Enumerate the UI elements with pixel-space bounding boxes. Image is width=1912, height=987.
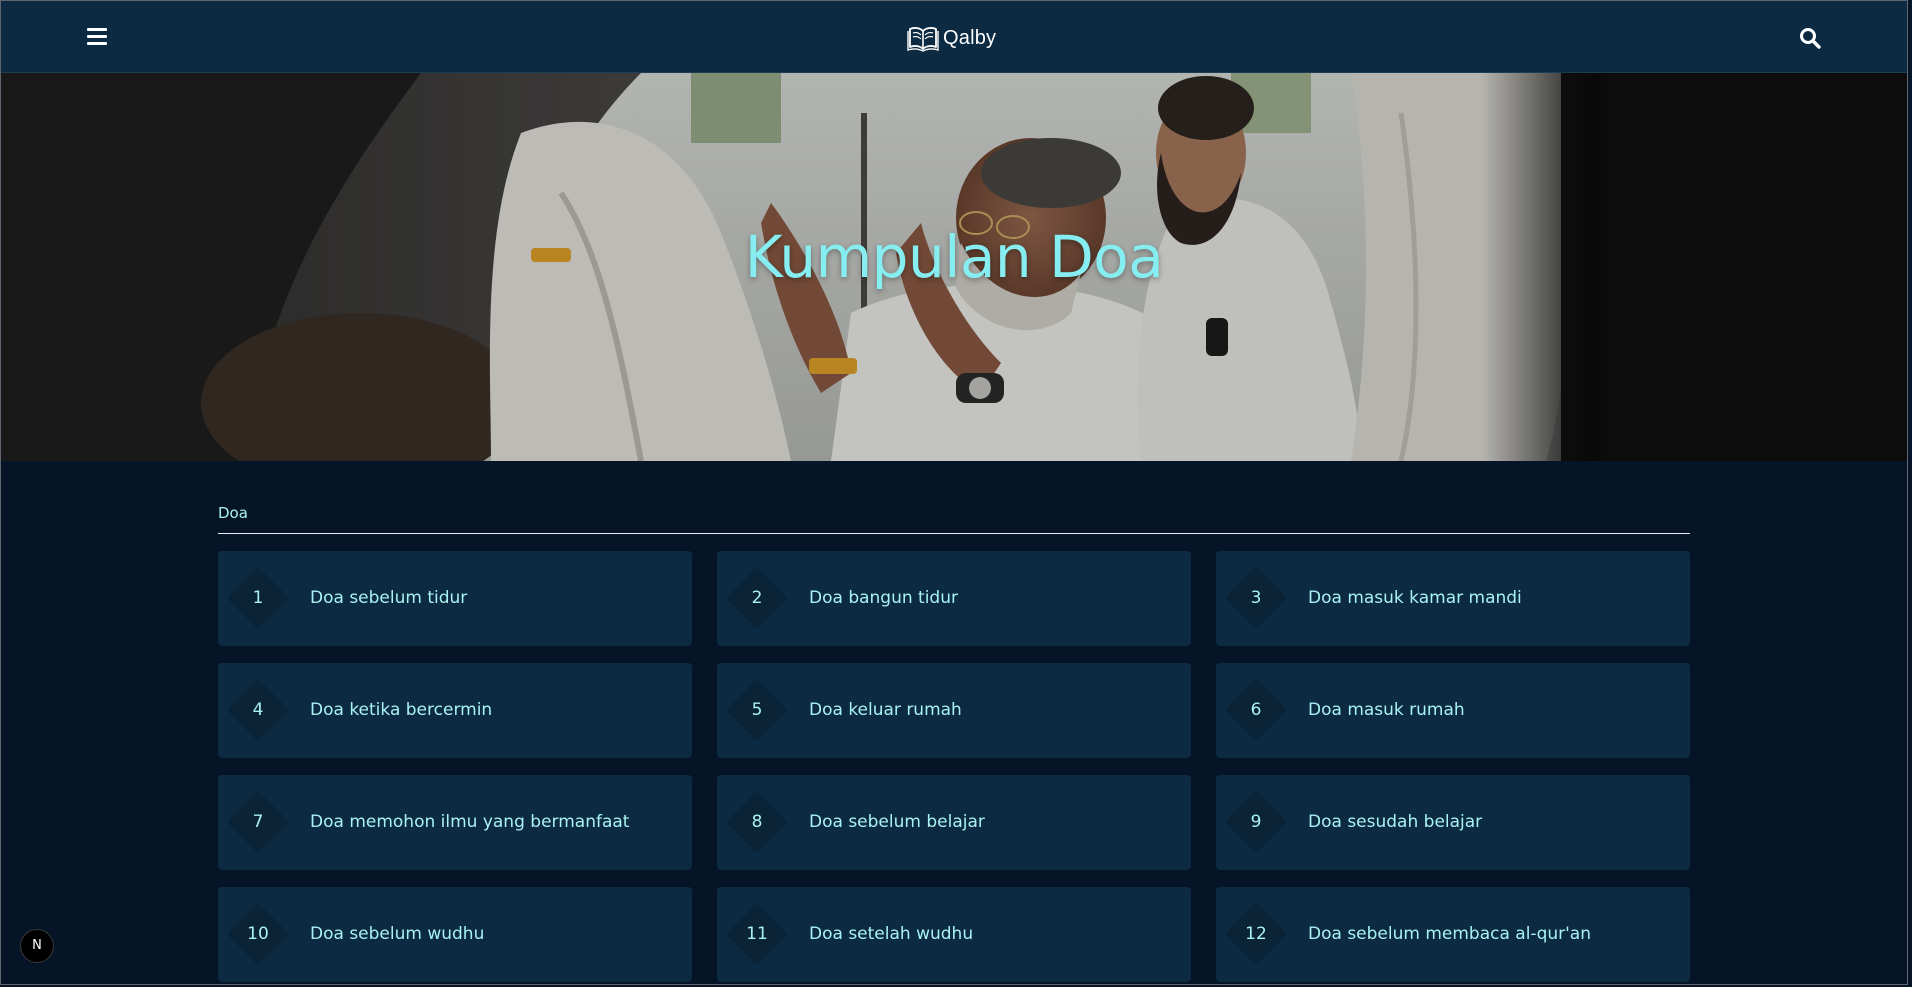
- doa-number: 1: [252, 588, 264, 608]
- doa-title: Doa sebelum wudhu: [310, 924, 485, 944]
- doa-title: Doa sebelum membaca al-qur'an: [1308, 924, 1591, 944]
- doa-title: Doa sebelum belajar: [809, 812, 985, 832]
- top-navbar: Qalby: [1, 1, 1907, 73]
- doa-number: 4: [252, 700, 264, 720]
- doa-number: 7: [252, 812, 264, 832]
- doa-title: Doa bangun tidur: [809, 588, 958, 608]
- doa-card[interactable]: 1 Doa sebelum tidur: [218, 551, 692, 646]
- doa-card[interactable]: 9 Doa sesudah belajar: [1216, 775, 1690, 870]
- doa-card[interactable]: 11 Doa setelah wudhu: [717, 887, 1191, 982]
- doa-title: Doa sebelum tidur: [310, 588, 468, 608]
- doa-card[interactable]: 8 Doa sebelum belajar: [717, 775, 1191, 870]
- doa-number: 9: [1250, 812, 1262, 832]
- doa-card-grid: 1 Doa sebelum tidur 2 Doa bangun tidur 3 Doa …: [218, 551, 1690, 982]
- doa-card[interactable]: 5 Doa keluar rumah: [717, 663, 1191, 758]
- section-label: Doa: [218, 504, 248, 522]
- nextjs-dev-indicator-icon[interactable]: N: [20, 929, 54, 963]
- doa-title: Doa setelah wudhu: [809, 924, 974, 944]
- section-divider: [218, 533, 1690, 534]
- doa-title: Doa masuk kamar mandi: [1308, 588, 1522, 608]
- doa-section-header: Doa: [218, 501, 1690, 534]
- doa-title: Doa masuk rumah: [1308, 700, 1465, 720]
- doa-number: 2: [751, 588, 763, 608]
- doa-card[interactable]: 6 Doa masuk rumah: [1216, 663, 1690, 758]
- doa-number: 11: [746, 924, 768, 944]
- doa-card[interactable]: 2 Doa bangun tidur: [717, 551, 1191, 646]
- doa-title: Doa ketika bercermin: [310, 700, 493, 720]
- hero-banner: Kumpulan Doa: [1, 73, 1907, 461]
- doa-number: 12: [1245, 924, 1267, 944]
- search-icon[interactable]: [1799, 27, 1821, 49]
- doa-number: 6: [1250, 700, 1262, 720]
- doa-card[interactable]: 4 Doa ketika bercermin: [218, 663, 692, 758]
- doa-number: 3: [1250, 588, 1262, 608]
- doa-card[interactable]: 10 Doa sebelum wudhu: [218, 887, 692, 982]
- doa-title: Doa sesudah belajar: [1308, 812, 1483, 832]
- browser-viewport: Qalby Kumpulan Doa Doa 1 Doa sebelum tid…: [0, 0, 1908, 985]
- doa-title: Doa keluar rumah: [809, 700, 962, 720]
- brand-logo-link[interactable]: Qalby: [907, 23, 996, 53]
- hero-title: Kumpulan Doa: [744, 223, 1164, 291]
- doa-number: 5: [751, 700, 763, 720]
- hamburger-menu-icon[interactable]: [85, 25, 109, 49]
- doa-title: Doa memohon ilmu yang bermanfaat: [310, 812, 630, 832]
- doa-number: 8: [751, 812, 763, 832]
- doa-number: 10: [247, 924, 269, 944]
- open-book-icon: [907, 27, 939, 52]
- doa-card[interactable]: 12 Doa sebelum membaca al-qur'an: [1216, 887, 1690, 982]
- brand-name: Qalby: [943, 26, 997, 49]
- doa-card[interactable]: 3 Doa masuk kamar mandi: [1216, 551, 1690, 646]
- doa-card[interactable]: 7 Doa memohon ilmu yang bermanfaat: [218, 775, 692, 870]
